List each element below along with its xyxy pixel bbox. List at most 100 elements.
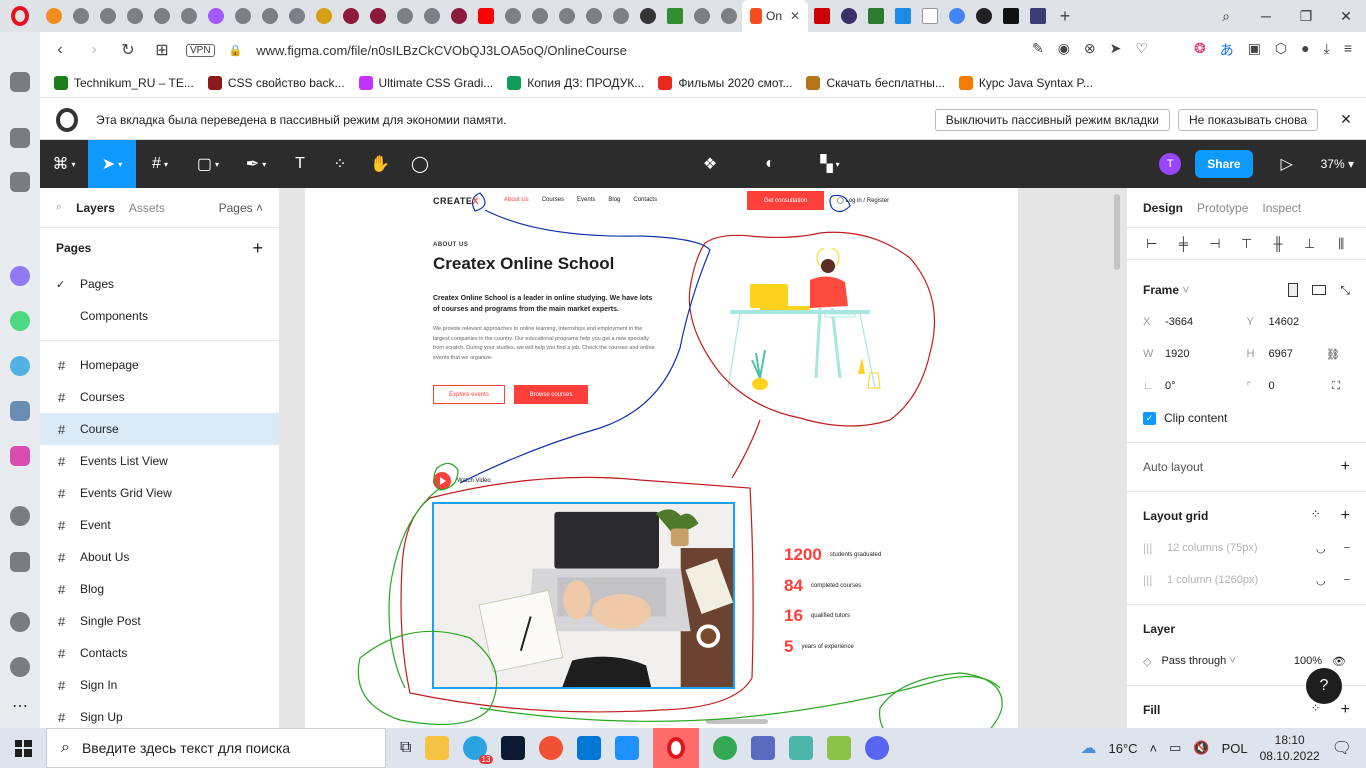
tab[interactable]: [916, 0, 943, 32]
weather-temp[interactable]: 16°C: [1108, 741, 1137, 756]
search-icon[interactable]: ⌕: [56, 201, 62, 214]
task-view-icon[interactable]: ⧉: [400, 739, 411, 757]
forward-icon[interactable]: ›: [84, 41, 104, 59]
explore-events-button[interactable]: Explore events: [433, 385, 505, 404]
site-menu-item[interactable]: Blog: [608, 197, 620, 203]
remove-grid-icon[interactable]: −: [1344, 574, 1350, 587]
page-item[interactable]: ✓ Pages: [40, 268, 279, 300]
photoshop-icon[interactable]: [501, 736, 526, 760]
tab[interactable]: [1024, 0, 1051, 32]
resources-icon[interactable]: ⁘: [320, 140, 360, 188]
tab[interactable]: [634, 0, 661, 32]
cube-icon[interactable]: ⬡: [1275, 40, 1287, 60]
block-icon[interactable]: ⊗: [1084, 40, 1096, 60]
minimize-icon[interactable]: ─: [1246, 8, 1286, 25]
grid-styles-icon[interactable]: ⁘: [1311, 507, 1321, 525]
frame-layer-item[interactable]: # Sign Up: [40, 701, 279, 728]
remove-grid-icon[interactable]: −: [1344, 542, 1350, 555]
frame-layer-item[interactable]: # Events List View: [40, 445, 279, 477]
whatsapp-icon[interactable]: [10, 311, 30, 331]
canvas[interactable]: CREATEX About Us Courses Events Blog Contact…: [280, 188, 1126, 728]
opera-menu-icon[interactable]: [0, 0, 40, 32]
clip-content-checkbox[interactable]: ✓ Clip content: [1143, 402, 1350, 434]
send-icon[interactable]: [10, 552, 30, 572]
frame-layer-item[interactable]: # Events Grid View: [40, 477, 279, 509]
restore-icon[interactable]: ❐: [1286, 8, 1326, 25]
history-icon[interactable]: [10, 657, 30, 677]
align-bottom-icon[interactable]: ⊥: [1301, 236, 1319, 251]
start-button[interactable]: [0, 728, 46, 768]
constrain-proportions-icon[interactable]: ⛓: [1326, 348, 1340, 361]
tab[interactable]: [472, 0, 499, 32]
tab-grid-icon[interactable]: ⊞: [152, 40, 172, 60]
hand-tool-icon[interactable]: ✋: [360, 140, 400, 188]
add-fill-icon[interactable]: +: [1341, 701, 1350, 719]
align-vcenter-icon[interactable]: ╫: [1269, 236, 1287, 251]
lock-icon[interactable]: 🔒: [229, 44, 243, 57]
y-field[interactable]: Y 14602: [1247, 306, 1351, 338]
tab[interactable]: [202, 0, 229, 32]
video-preview-image[interactable]: [432, 502, 735, 689]
send-icon[interactable]: ➤: [1110, 40, 1122, 60]
colorwheel-icon[interactable]: ❂: [1194, 40, 1206, 60]
w-field[interactable]: W 1920: [1143, 338, 1247, 370]
paint-icon[interactable]: [751, 736, 776, 760]
opacity-value[interactable]: 100%: [1294, 655, 1322, 667]
tab-design[interactable]: Design: [1143, 201, 1183, 215]
discord-icon[interactable]: [865, 736, 890, 760]
hidden-eye-icon[interactable]: ◡: [1316, 574, 1326, 587]
player-icon[interactable]: [10, 506, 30, 526]
notes-icon[interactable]: [789, 736, 814, 760]
add-grid-icon[interactable]: +: [1341, 507, 1350, 525]
tab[interactable]: [94, 0, 121, 32]
more-icon[interactable]: ⋯: [12, 696, 28, 716]
tab-layers[interactable]: Layers: [76, 201, 115, 215]
pages-selector[interactable]: Pages ˄: [219, 201, 263, 215]
volume-muted-icon[interactable]: 🔇: [1193, 740, 1209, 756]
tab[interactable]: [688, 0, 715, 32]
frame-layer-item[interactable]: # Blog: [40, 573, 279, 605]
speed-dial-icon[interactable]: [10, 72, 30, 92]
tab[interactable]: [121, 0, 148, 32]
site-menu-item[interactable]: Events: [577, 197, 595, 203]
frame-layer-item[interactable]: # Contacts: [40, 637, 279, 669]
frame-layer-item[interactable]: # Course: [40, 413, 279, 445]
align-top-icon[interactable]: ⊤: [1238, 236, 1256, 251]
heart-icon[interactable]: [10, 612, 30, 632]
camera-icon[interactable]: ◉: [1058, 40, 1070, 60]
hidden-eye-icon[interactable]: ◡: [1316, 542, 1326, 555]
tab[interactable]: [148, 0, 175, 32]
x-field[interactable]: X -3664: [1143, 306, 1247, 338]
bookmark-item[interactable]: Скачать бесплатны...: [806, 75, 945, 90]
battery-icon[interactable]: ▭: [1169, 740, 1181, 756]
tab[interactable]: [40, 0, 67, 32]
tab[interactable]: [229, 0, 256, 32]
frame-layer-item[interactable]: # Sign In: [40, 669, 279, 701]
edit-icon[interactable]: ✎: [1032, 40, 1044, 60]
frame-heading[interactable]: Frame ˅: [1143, 283, 1189, 297]
pen-tool-icon[interactable]: ✒ ▾: [232, 140, 280, 188]
frame-layer-item[interactable]: # Single Post: [40, 605, 279, 637]
download-icon[interactable]: ⤓: [1324, 40, 1330, 60]
close-tab-icon[interactable]: ✕: [790, 9, 800, 23]
independent-corners-icon[interactable]: ⛶: [1332, 380, 1340, 393]
heart-icon[interactable]: ♡: [1135, 40, 1148, 60]
telegram-icon[interactable]: 13: [463, 736, 494, 764]
chrome-icon[interactable]: [713, 736, 738, 760]
menu-icon[interactable]: ≡: [1344, 40, 1352, 60]
tab[interactable]: [445, 0, 472, 32]
get-consultation-button[interactable]: Get consultation: [747, 191, 824, 210]
figma-main-menu-icon[interactable]: ⌘ ▾: [40, 140, 88, 188]
browse-courses-button[interactable]: Browse courses: [514, 385, 588, 404]
back-icon[interactable]: ‹: [50, 41, 70, 59]
text-tool-icon[interactable]: T: [280, 140, 320, 188]
url-field[interactable]: www.figma.com/file/n0sILBzCkCVObQJ3LOA5o…: [256, 43, 1018, 58]
clock[interactable]: 18:10 08.10.2022: [1260, 732, 1320, 764]
game-icon[interactable]: [827, 736, 852, 760]
vk-icon[interactable]: [10, 401, 30, 421]
site-menu-item[interactable]: Courses: [542, 197, 564, 203]
shape-tool-icon[interactable]: ▢ ▾: [184, 140, 232, 188]
tab[interactable]: [553, 0, 580, 32]
instagram-icon[interactable]: [10, 446, 30, 466]
tab[interactable]: [526, 0, 553, 32]
